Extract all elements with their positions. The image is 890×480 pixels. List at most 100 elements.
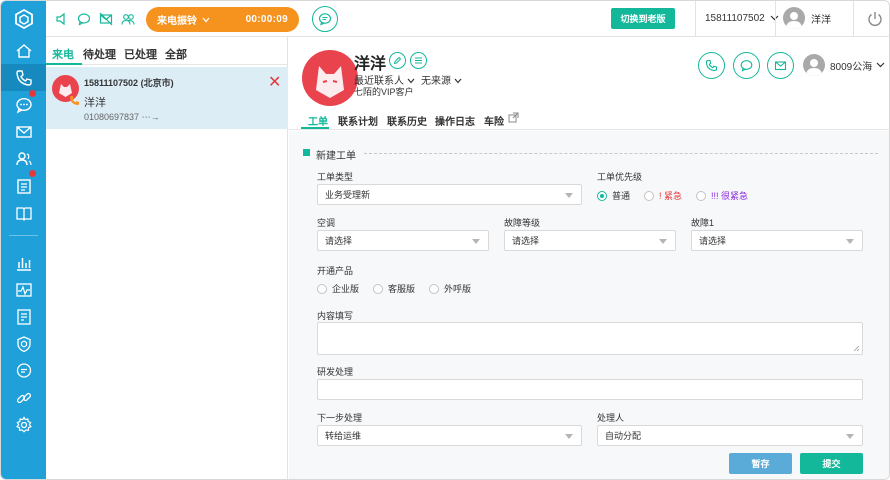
app-window: 来电振铃 00:00:09 切换到老版 15811107502 洋洋 来电 待处… xyxy=(0,0,890,480)
priority-normal-label: 普通 xyxy=(612,191,631,201)
ticket-icon[interactable] xyxy=(1,172,46,199)
caret-down-icon xyxy=(659,239,667,244)
fault1-label: 故障1 xyxy=(691,218,715,228)
list-item[interactable]: 15811107502 (北京市) 洋洋 01080697837 ⋯→ ✕ xyxy=(46,67,288,129)
priority-radio-group: 普通 ! 紧急 !!! 很紧急 xyxy=(597,189,762,202)
source-dropdown[interactable]: 无来源 xyxy=(421,72,462,87)
fault-level-select[interactable]: 请选择 xyxy=(504,230,676,251)
call-button[interactable] xyxy=(698,52,725,79)
tab-operation-log[interactable]: 操作日志 xyxy=(435,113,475,128)
tab-incoming[interactable]: 来电 xyxy=(52,46,74,62)
agent-menu[interactable]: 8009公海 xyxy=(803,54,885,76)
edit-icon[interactable] xyxy=(389,52,406,69)
monitor-icon[interactable] xyxy=(1,276,46,303)
external-link-icon[interactable] xyxy=(508,112,519,126)
rail-divider xyxy=(9,235,38,236)
product-service-label: 客服版 xyxy=(388,284,416,294)
section-marker xyxy=(303,149,310,156)
book-icon[interactable] xyxy=(1,199,46,226)
next-step-select[interactable]: 转给运维 xyxy=(317,425,582,446)
contacts-icon[interactable] xyxy=(1,145,46,172)
tab-all[interactable]: 全部 xyxy=(165,46,187,62)
avatar xyxy=(783,7,805,29)
content-textarea[interactable] xyxy=(317,322,863,355)
priority-normal-radio[interactable]: 普通 xyxy=(597,189,630,202)
ticket-form: 新建工单 工单类型 业务受理新 工单优先级 普通 ! 紧急 !!! 很紧急 空调… xyxy=(289,131,889,479)
call-status-pill[interactable]: 来电振铃 00:00:09 xyxy=(146,7,299,32)
ticket-type-select[interactable]: 业务受理新 xyxy=(317,184,582,205)
next-step-value: 转给运维 xyxy=(325,431,362,441)
notes-icon[interactable] xyxy=(1,303,46,330)
message-icon[interactable] xyxy=(1,357,46,384)
priority-urgent-radio[interactable]: ! 紧急 xyxy=(644,189,682,202)
chat-button[interactable] xyxy=(733,52,760,79)
link-icon[interactable] xyxy=(1,384,46,411)
tab-pending[interactable]: 待处理 xyxy=(83,46,116,62)
fault-level-label: 故障等级 xyxy=(504,218,541,228)
tab-car-insurance[interactable]: 车险 xyxy=(484,113,504,128)
radio-icon xyxy=(373,283,384,294)
phone-icon[interactable] xyxy=(1,64,46,91)
radio-checked-icon xyxy=(597,190,607,201)
chevron-down-icon xyxy=(876,62,885,68)
shield-icon[interactable] xyxy=(1,330,46,357)
tab-ticket[interactable]: 工单 xyxy=(308,113,328,128)
user-menu[interactable]: 洋洋 xyxy=(783,7,831,29)
chevron-down-icon xyxy=(454,78,462,84)
product-label: 开通产品 xyxy=(317,266,354,276)
radio-icon xyxy=(429,283,440,294)
fault1-select[interactable]: 请选择 xyxy=(691,230,863,251)
handler-select[interactable]: 自动分配 xyxy=(597,425,863,446)
power-icon[interactable] xyxy=(866,10,884,28)
rd-input[interactable] xyxy=(317,379,863,400)
detail-tabs: 工单 联系计划 联系历史 操作日志 车险 xyxy=(289,110,889,130)
account-selector[interactable]: 15811107502 xyxy=(705,13,779,24)
chat-bubble-icon[interactable] xyxy=(76,11,92,27)
topbar-divider xyxy=(775,1,776,37)
ticket-type-label: 工单类型 xyxy=(317,172,354,182)
product-enterprise-radio[interactable]: 企业版 xyxy=(317,282,359,295)
call-status-label: 来电振铃 xyxy=(157,16,197,27)
caller-name: 洋洋 xyxy=(84,97,106,109)
product-outbound-radio[interactable]: 外呼版 xyxy=(429,282,471,295)
mail-off-icon[interactable] xyxy=(98,11,114,27)
report-icon[interactable] xyxy=(1,249,46,276)
section-divider xyxy=(364,153,878,154)
speaker-icon[interactable] xyxy=(54,11,70,27)
priority-very-urgent-radio[interactable]: !!! 很紧急 xyxy=(696,189,748,202)
ac-select[interactable]: 请选择 xyxy=(317,230,489,251)
mail-button[interactable] xyxy=(767,52,794,79)
agent-name: 8009公海 xyxy=(830,61,873,73)
product-outbound-label: 外呼版 xyxy=(444,284,472,294)
fault-level-value: 请选择 xyxy=(512,236,540,246)
radio-icon xyxy=(317,283,327,294)
caller-line: 01080697837 ⋯→ xyxy=(84,112,160,123)
submit-button[interactable]: 提交 xyxy=(800,453,863,474)
team-icon[interactable] xyxy=(120,11,136,27)
settings-icon[interactable] xyxy=(1,411,46,438)
tab-contact-plan[interactable]: 联系计划 xyxy=(338,113,378,128)
save-draft-button[interactable]: 暂存 xyxy=(729,453,792,474)
home-icon[interactable] xyxy=(1,37,46,64)
switch-old-version-button[interactable]: 切换到老版 xyxy=(611,8,675,29)
main-panel: 洋洋 最近联系人 无来源 七陌的VIP客户 8009公海 工单 联系计划 联系历… xyxy=(289,37,889,479)
product-service-radio[interactable]: 客服版 xyxy=(373,282,415,295)
active-tab-indicator xyxy=(301,127,329,129)
customer-header: 洋洋 最近联系人 无来源 七陌的VIP客户 8009公海 工单 联系计划 联系历… xyxy=(289,37,889,131)
mail-icon[interactable] xyxy=(1,118,46,145)
app-logo-icon[interactable] xyxy=(1,1,46,37)
content-label: 内容填写 xyxy=(317,311,354,321)
caller-number: 15811107502 (北京市) xyxy=(84,78,174,88)
chat-icon[interactable] xyxy=(1,91,46,118)
ac-value: 请选择 xyxy=(325,236,353,246)
chevron-down-icon xyxy=(407,78,415,84)
close-icon[interactable]: ✕ xyxy=(268,75,281,91)
ac-label: 空调 xyxy=(317,218,336,228)
tab-processed[interactable]: 已处理 xyxy=(124,46,157,62)
rd-label: 研发处理 xyxy=(317,367,354,377)
tab-contact-history[interactable]: 联系历史 xyxy=(387,113,427,128)
list-icon[interactable] xyxy=(410,52,427,69)
top-bar: 来电振铃 00:00:09 切换到老版 15811107502 洋洋 xyxy=(46,1,889,37)
chat-toggle-button[interactable] xyxy=(312,6,338,32)
handler-value: 自动分配 xyxy=(605,431,642,441)
